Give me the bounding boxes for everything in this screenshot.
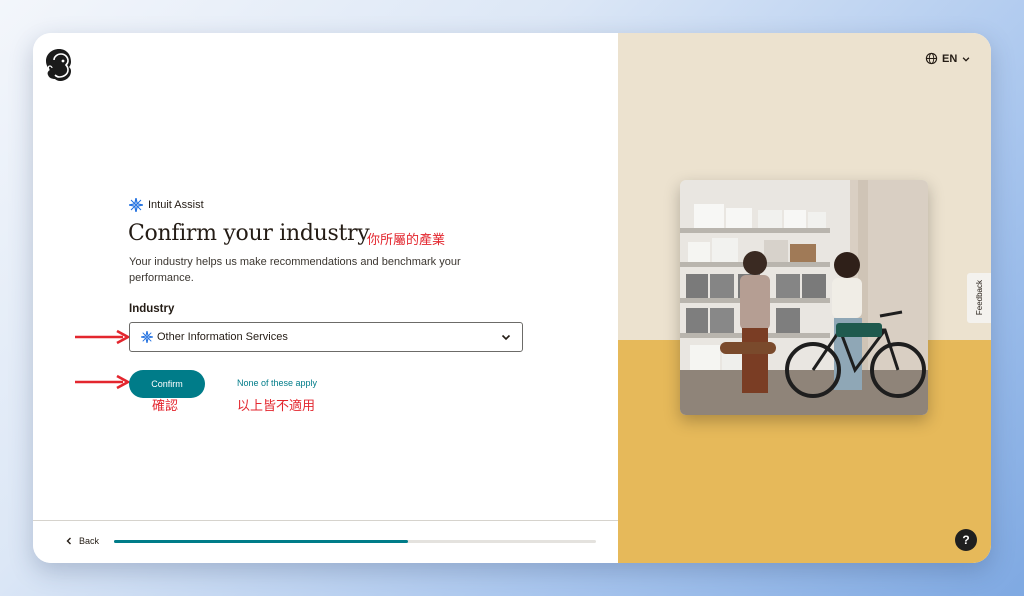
illustration-panel: EN Feedback ? xyxy=(618,33,991,563)
none-of-these-apply-link[interactable]: None of these apply xyxy=(237,378,317,388)
mailchimp-logo-icon[interactable] xyxy=(43,47,75,81)
progress-fill xyxy=(114,540,409,543)
title-annotation: 你所屬的產業 xyxy=(367,233,446,248)
page-title: Confirm your industry xyxy=(128,221,370,246)
form-panel: Intuit Assist Confirm your industry 你所屬的… xyxy=(33,33,618,563)
footer-divider xyxy=(33,520,618,521)
industry-label: Industry xyxy=(129,303,175,315)
industry-select-value: Other Information Services xyxy=(157,331,288,343)
back-button[interactable]: Back xyxy=(65,536,99,546)
language-selector[interactable]: EN xyxy=(925,52,971,65)
none-annotation: 以上皆不適用 xyxy=(237,399,316,414)
progress-bar xyxy=(114,540,596,543)
intuit-assist-tag: Intuit Assist xyxy=(129,198,204,212)
intuit-assist-label: Intuit Assist xyxy=(148,199,204,211)
chevron-left-icon xyxy=(66,537,71,545)
language-label: EN xyxy=(942,52,958,65)
sparkle-icon xyxy=(141,331,153,343)
page-description: Your industry helps us make recommendati… xyxy=(129,256,461,284)
help-button[interactable]: ? xyxy=(955,529,977,551)
arrow-right-icon xyxy=(75,329,131,345)
back-label: Back xyxy=(79,536,100,546)
feedback-label: Feedback xyxy=(974,280,984,316)
confirm-annotation: 確認 xyxy=(152,399,179,414)
arrow-right-icon xyxy=(75,374,131,390)
confirm-button[interactable]: Confirm xyxy=(129,370,205,398)
chevron-down-icon xyxy=(962,56,970,62)
sparkle-icon xyxy=(129,198,143,212)
globe-icon xyxy=(925,52,938,65)
feedback-tab[interactable]: Feedback xyxy=(967,273,991,323)
storeroom-photo xyxy=(680,180,928,415)
onboarding-window: Intuit Assist Confirm your industry 你所屬的… xyxy=(33,33,991,563)
industry-select[interactable]: Other Information Services xyxy=(129,322,523,352)
chevron-down-icon xyxy=(501,334,511,341)
